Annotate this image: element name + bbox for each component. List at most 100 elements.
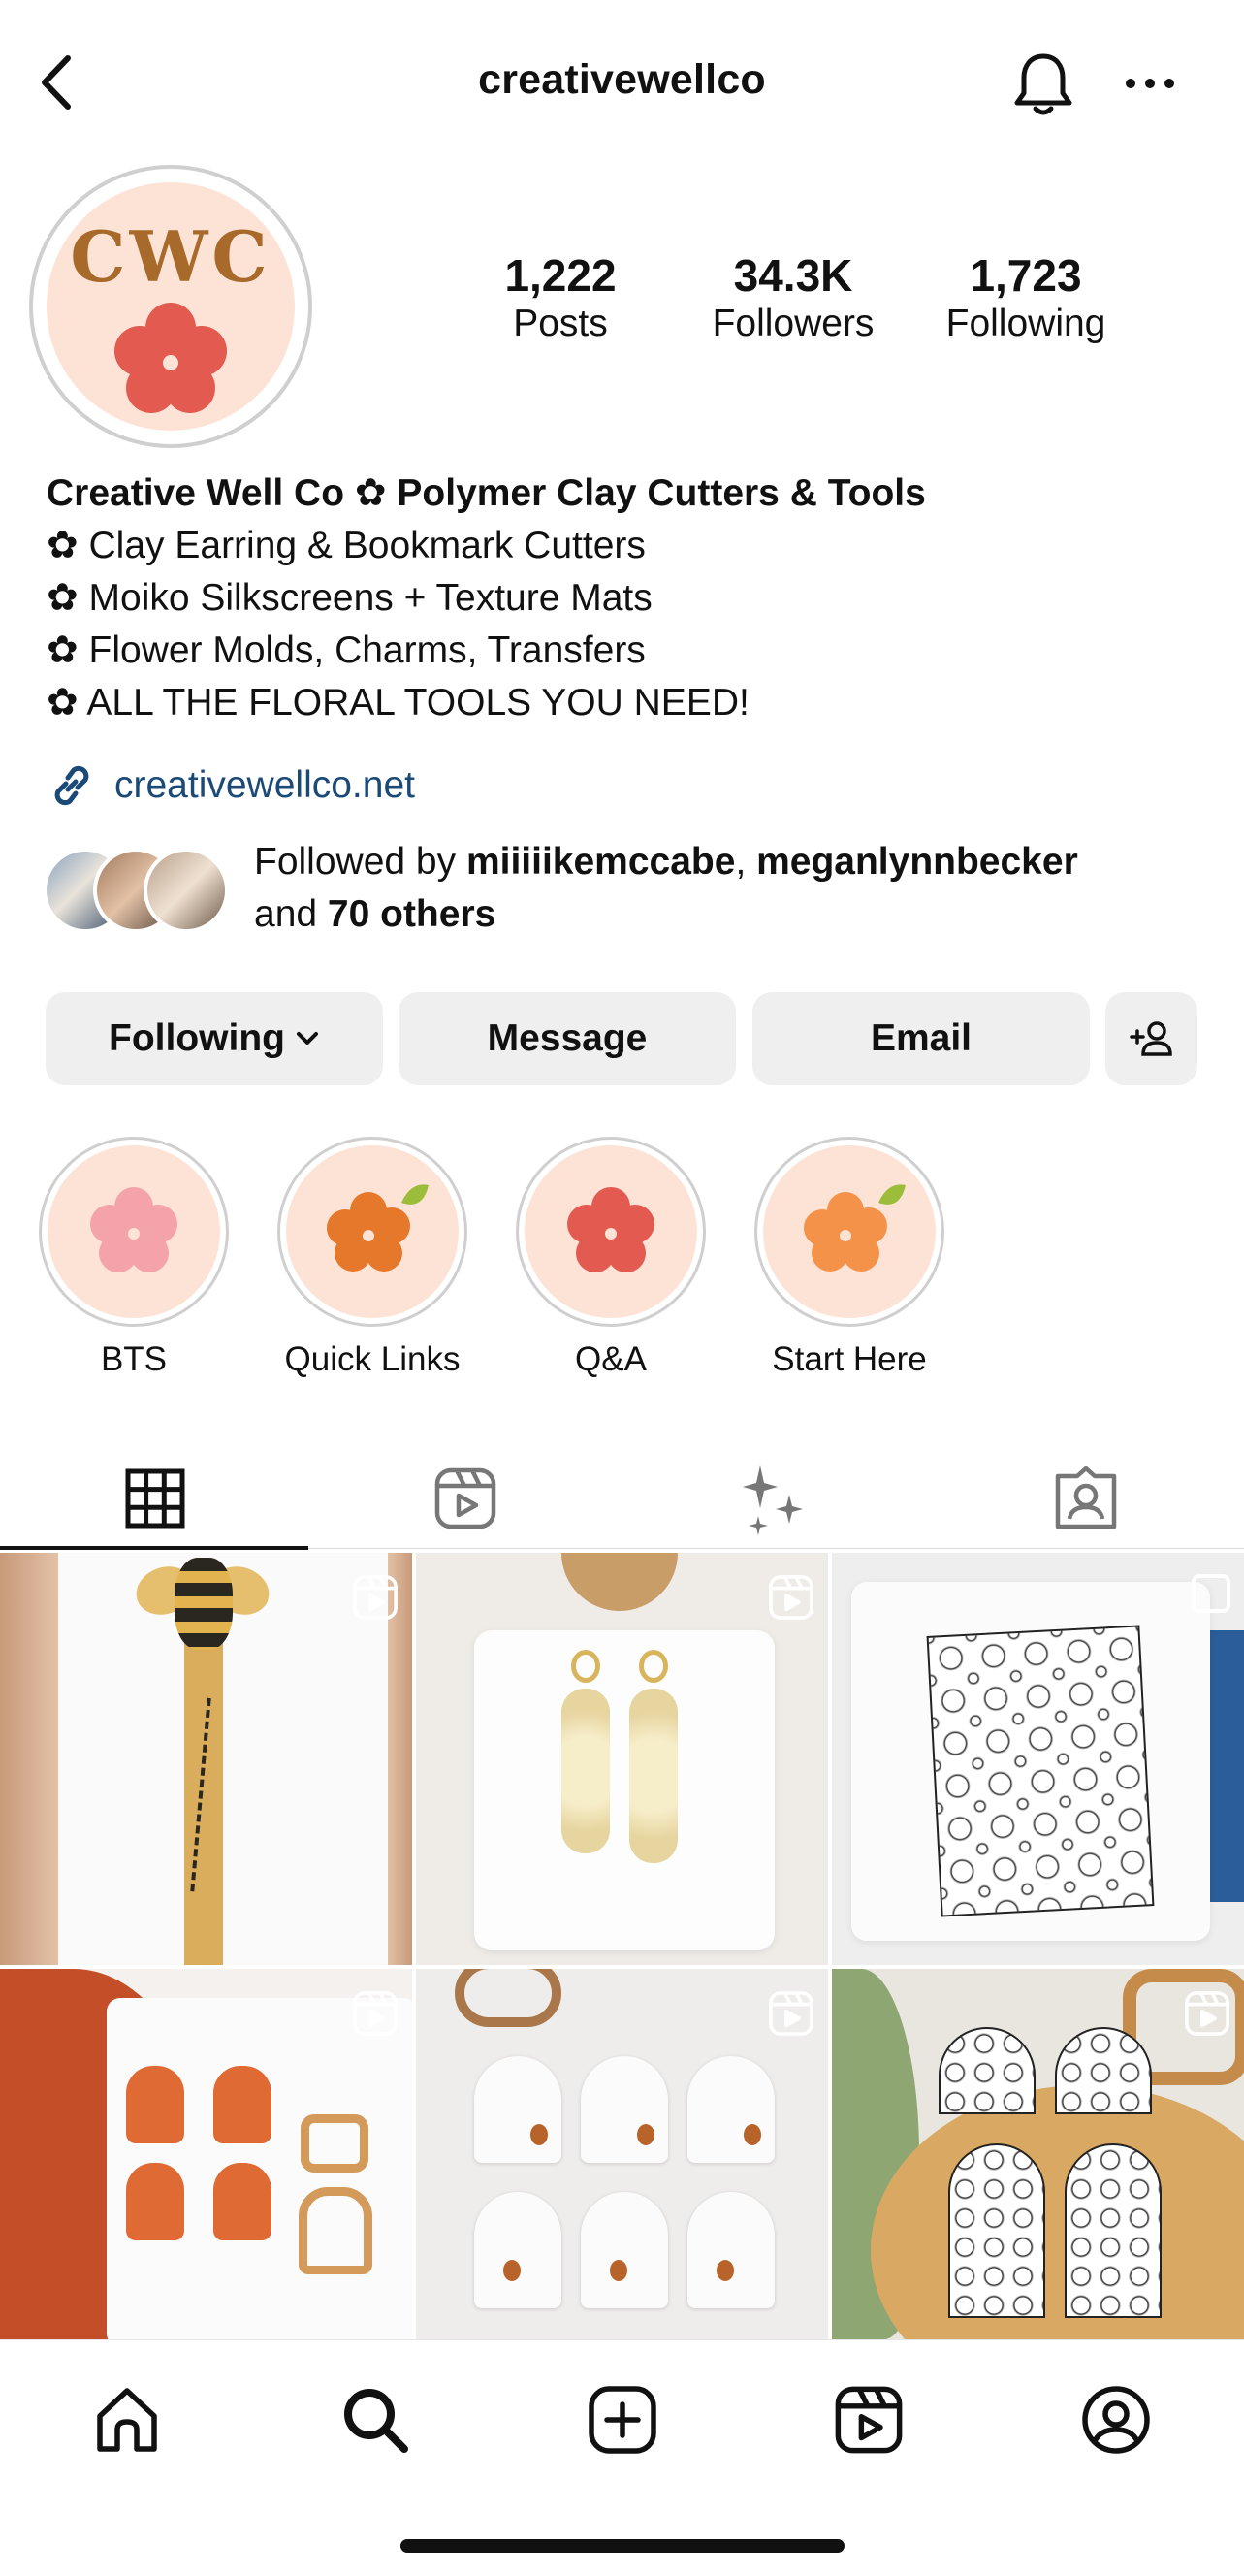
message-button[interactable]: Message [399,992,736,1085]
email-button-label: Email [870,1017,973,1059]
reel-indicator-icon [769,1991,813,2036]
posts-label: Posts [513,302,608,344]
highlight-label: Quick Links [284,1340,461,1378]
post-image [416,1553,828,1965]
post-image [416,1969,828,2339]
bio-line: ✿ Flower Molds, Charms, Transfers [47,629,646,671]
and-text: and [254,893,328,935]
flower-icon [114,303,227,413]
highlight-label: Start Here [772,1340,927,1378]
tab-reels[interactable] [310,1445,621,1552]
following-count: 1,723 [970,250,1082,301]
post-image [0,1969,412,2339]
reel-indicator-icon [1185,1991,1229,2036]
mutual-others[interactable]: 70 others [328,893,495,935]
highlight-ring [277,1137,467,1327]
reel-indicator-icon [353,1575,398,1620]
post-thumbnail[interactable] [832,1969,1244,2339]
bio-line: ✿ Moiko Silkscreens + Texture Mats [47,577,653,619]
profile-name: Creative Well Co ✿ Polymer Clay Cutters … [47,472,926,514]
search-icon [344,2389,408,2453]
nav-home[interactable] [74,2367,180,2473]
mutual-user-1[interactable]: miiiiikemccabe [466,841,736,883]
post-thumbnail[interactable] [416,1553,828,1965]
reels-icon [434,1467,496,1530]
flower-leaf-icon [804,1184,906,1272]
flower-icon [90,1187,177,1272]
highlight-start-here[interactable]: Start Here [754,1137,944,1379]
logo-text: CWC [70,215,271,298]
tagged-icon [1055,1466,1117,1530]
bio: Creative Well Co ✿ Polymer Clay Cutters … [47,467,926,729]
post-image [832,1969,1244,2339]
chevron-down-icon [296,1032,318,1045]
message-button-label: Message [487,1017,648,1059]
tab-posts-grid[interactable] [0,1445,310,1552]
reel-indicator-icon [353,1991,398,2036]
followers-label: Followers [712,302,875,344]
flower-leaf-icon [327,1184,429,1272]
notifications-button[interactable] [1005,47,1082,122]
profile-picture-logo: CWC [47,182,295,431]
post-thumbnail[interactable] [0,1969,412,2339]
highlight-label: BTS [100,1340,168,1378]
nav-create[interactable] [569,2367,676,2473]
add-post-icon [589,2386,656,2454]
highlight-bts[interactable]: BTS [39,1137,229,1379]
avatar [144,848,229,933]
nav-profile[interactable] [1063,2367,1169,2473]
grid-icon [125,1468,185,1529]
following-button[interactable]: Following [46,992,383,1085]
posts-count: 1,222 [504,250,617,301]
following-label: Following [945,302,1106,344]
more-options-button[interactable] [1121,64,1179,103]
post-thumbnail[interactable] [832,1553,1244,1965]
nav-reels[interactable] [815,2367,922,2473]
add-person-icon [1129,1021,1172,1056]
home-indicator [400,2539,845,2553]
followed-by-prefix: Followed by [254,841,466,883]
flower-icon [567,1187,654,1272]
following-stat[interactable]: 1,723 Following [909,250,1142,347]
separator: , [735,841,757,883]
bio-line: ✿ Clay Earring & Bookmark Cutters [47,525,646,566]
post-image [0,1553,412,1965]
following-button-label: Following [109,1017,285,1059]
highlight-quick-links[interactable]: Quick Links [277,1137,467,1379]
tab-tagged[interactable] [931,1445,1241,1552]
mutual-user-2[interactable]: meganlynnbecker [756,841,1078,883]
highlight-ring [754,1137,944,1327]
mutual-followers-avatars[interactable] [43,848,237,935]
suggested-users-button[interactable] [1105,992,1197,1085]
highlight-cover [763,1145,936,1318]
reels-icon [835,2386,903,2454]
highlight-ring [39,1137,229,1327]
profile-icon [1082,2386,1150,2454]
nav-search[interactable] [322,2367,429,2473]
email-button[interactable]: Email [752,992,1090,1085]
reel-indicator-icon [769,1575,813,1620]
website-link[interactable]: creativewellco.net [47,760,415,811]
highlight-label: Q&A [575,1340,647,1378]
active-tab-indicator [0,1546,308,1550]
post-thumbnail[interactable] [416,1969,828,2339]
post-thumbnail[interactable] [0,1553,412,1965]
bio-line: ✿ ALL THE FLORAL TOOLS YOU NEED! [47,682,750,724]
home-icon [97,2388,157,2452]
highlight-cover [286,1145,459,1318]
multi-post-icon [1192,1574,1230,1613]
highlight-qa[interactable]: Q&A [516,1137,706,1379]
highlight-cover [525,1145,697,1318]
highlight-ring [516,1137,706,1327]
link-icon [54,765,89,806]
followers-stat[interactable]: 34.3K Followers [677,250,909,347]
profile-picture[interactable]: CWC [29,165,312,448]
tab-effects[interactable] [621,1445,931,1552]
highlight-cover [48,1145,220,1318]
followed-by-text[interactable]: Followed by miiiiikemccabe, meganlynnbec… [254,836,1214,941]
followers-count: 34.3K [733,250,853,301]
bell-icon [1014,53,1072,115]
sparkles-icon [743,1465,803,1535]
post-image [832,1553,1244,1965]
posts-stat[interactable]: 1,222 Posts [444,250,677,347]
